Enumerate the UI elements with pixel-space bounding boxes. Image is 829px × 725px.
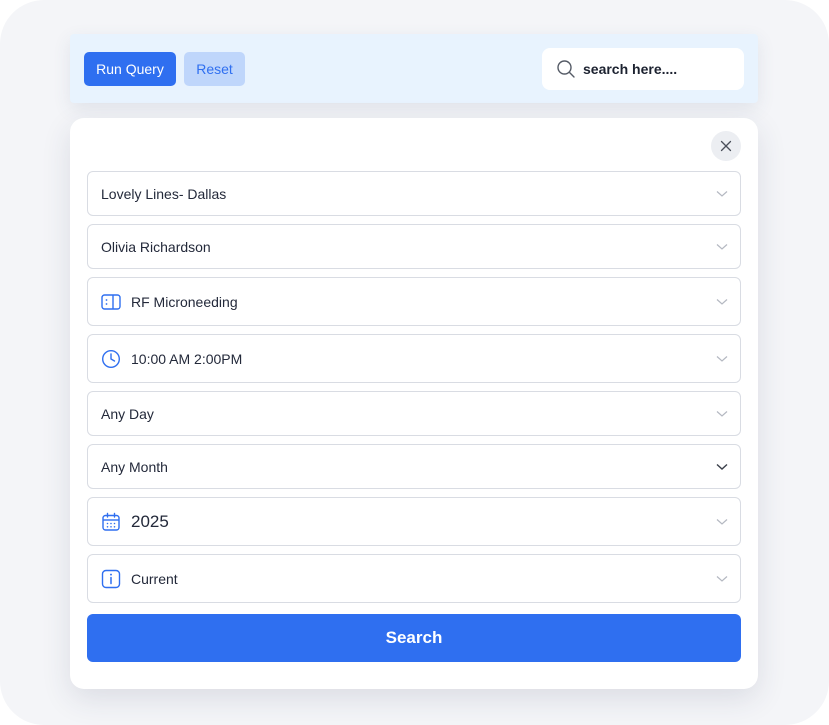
year-value: 2025 [131, 511, 169, 531]
year-select[interactable]: 2025 [87, 497, 741, 546]
app-frame: Run Query Reset search here.... Lovely L… [0, 0, 829, 725]
reset-button[interactable]: Reset [184, 52, 245, 86]
provider-select[interactable]: Olivia Richardson [87, 224, 741, 269]
service-select[interactable]: RF Microneeding [87, 277, 741, 326]
chevron-down-icon [716, 411, 728, 417]
month-select[interactable]: Any Month [87, 444, 741, 489]
time-value: 10:00 AM 2:00PM [131, 350, 243, 367]
close-icon [720, 140, 732, 152]
query-toolbar: Run Query Reset search here.... [70, 34, 758, 103]
search-input[interactable]: search here.... [542, 48, 744, 90]
day-select[interactable]: Any Day [87, 391, 741, 436]
calendar-icon [102, 512, 120, 531]
location-value: Lovely Lines- Dallas [101, 185, 227, 202]
chevron-down-icon [716, 519, 728, 525]
search-placeholder: search here.... [583, 61, 678, 77]
filter-panel: Lovely Lines- Dallas Olivia Richardson R… [70, 118, 758, 689]
day-value: Any Day [101, 405, 154, 422]
status-select[interactable]: Current [87, 554, 741, 603]
chevron-down-icon [716, 356, 728, 362]
clock-icon [101, 349, 121, 369]
chevron-down-icon [716, 244, 728, 250]
chevron-down-icon [716, 576, 728, 582]
month-value: Any Month [101, 458, 168, 475]
service-value: RF Microneeding [131, 293, 238, 310]
time-select[interactable]: 10:00 AM 2:00PM [87, 334, 741, 383]
chevron-down-icon [716, 191, 728, 197]
location-select[interactable]: Lovely Lines- Dallas [87, 171, 741, 216]
chevron-down-icon [716, 463, 728, 470]
run-query-button[interactable]: Run Query [84, 52, 176, 86]
search-icon [557, 60, 575, 78]
close-button[interactable] [711, 131, 741, 161]
chevron-down-icon [716, 299, 728, 305]
status-value: Current [131, 570, 178, 587]
device-icon [101, 294, 121, 310]
provider-value: Olivia Richardson [101, 238, 211, 255]
info-icon [101, 569, 121, 589]
search-button[interactable]: Search [87, 614, 741, 662]
